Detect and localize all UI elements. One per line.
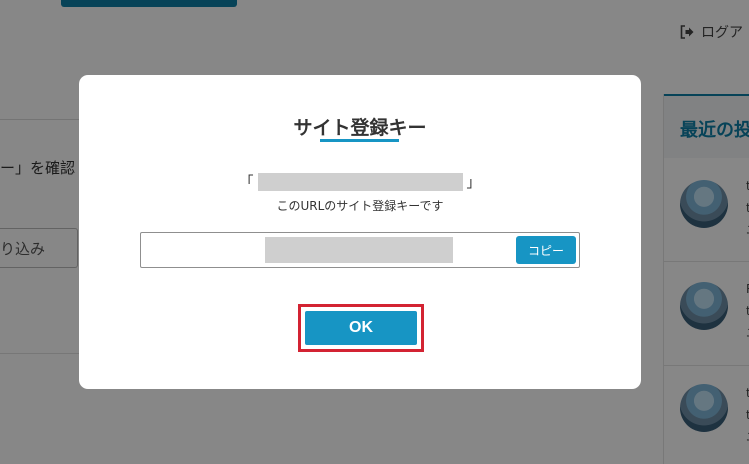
- site-key-field[interactable]: コピー: [140, 232, 580, 268]
- copy-button[interactable]: コピー: [516, 236, 576, 264]
- ok-button-highlight: OK: [298, 304, 424, 352]
- dialog-title: サイト登録キー: [293, 117, 427, 139]
- redacted-site-key: [265, 237, 453, 263]
- ok-button[interactable]: OK: [305, 311, 417, 345]
- open-bracket: 「: [239, 175, 254, 191]
- redacted-site-name: [257, 173, 463, 191]
- dialog-description: このURLのサイト登録キーです: [276, 199, 444, 213]
- site-name-line: 「 」: [79, 172, 641, 192]
- title-underline: [320, 139, 399, 142]
- close-bracket: 」: [466, 175, 481, 191]
- site-key-dialog: サイト登録キー 「 」 このURLのサイト登録キーです コピー OK: [79, 75, 641, 389]
